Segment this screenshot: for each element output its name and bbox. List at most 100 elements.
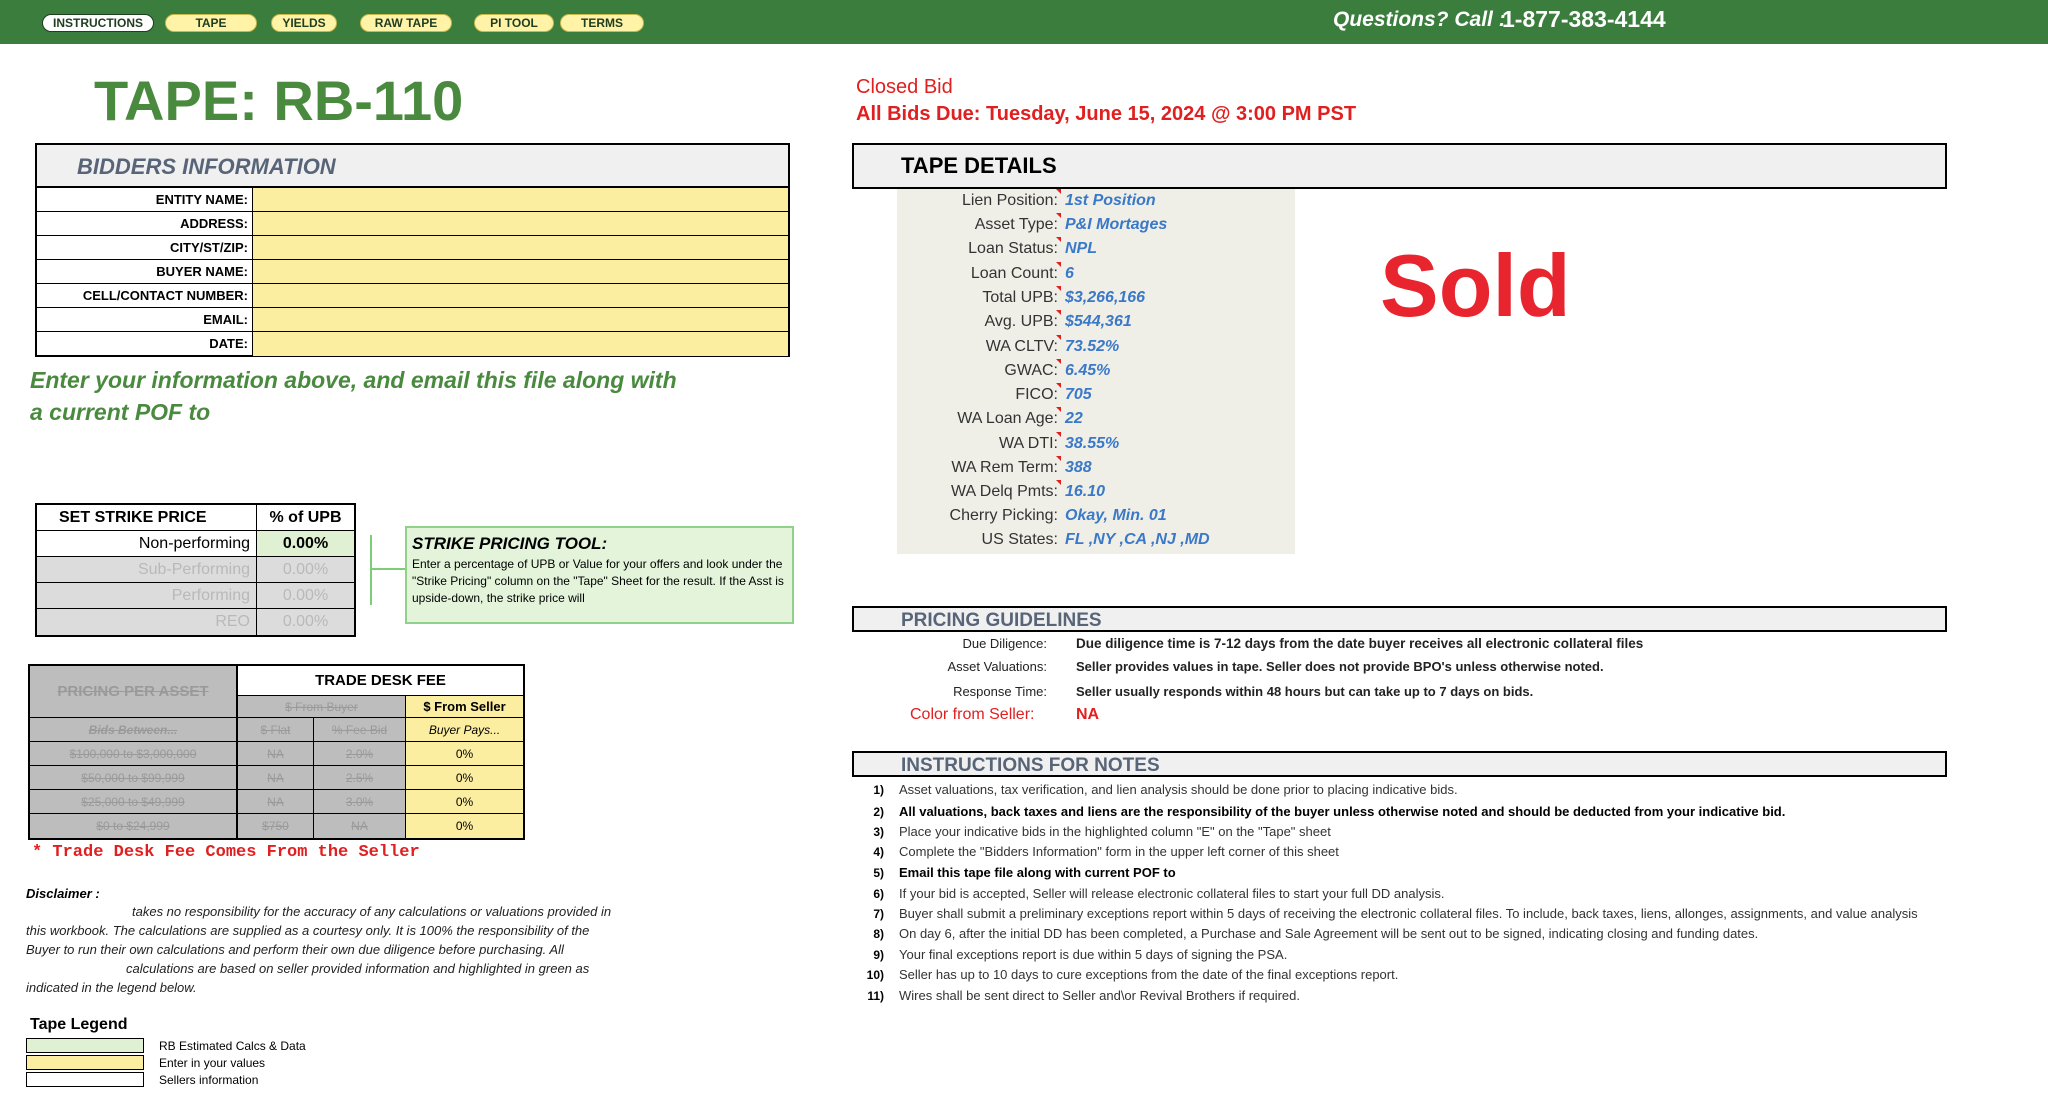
tape-detail-value: 1st Position [1065,192,1156,209]
pricing-guideline-label: Response Time: [953,684,1047,699]
phone-number[interactable]: 1-877-383-4144 [1502,6,1666,33]
fee-flat-cell: NA [238,790,314,814]
comment-marker-icon [1056,383,1061,388]
tape-detail-label: Cherry Picking: [949,507,1058,524]
note-number: 2) [873,805,884,819]
tape-detail-label: WA Loan Age: [957,410,1058,427]
email-label: EMAIL: [37,308,253,331]
pricing-guidelines-title: PRICING GUIDELINES [852,606,1947,632]
tab-tape[interactable]: TAPE [165,14,257,32]
strike-row-value: 0.00% [282,587,329,604]
pricing-guideline-row: Response Time: Seller usually responds wi… [852,681,1952,703]
closed-bid-status: Closed Bid [856,76,953,98]
address-field[interactable] [253,212,788,235]
fee-seller-cell: 0% [406,766,523,790]
tape-detail-label: Lien Position: [961,192,1058,209]
tape-detail-row: WA Rem Term: 388 [897,456,1497,480]
strike-pricing-tool-title: STRIKE PRICING TOOL: [412,534,608,553]
tape-detail-value: 388 [1065,459,1092,476]
fee-range-cell: $25,000 to $49,999 [30,790,238,814]
note-number: 9) [873,948,884,962]
trade-desk-note: * Trade Desk Fee Comes From the Seller [32,843,420,862]
pricing-guideline-label: Due Diligence: [962,636,1047,651]
tape-detail-label: US States: [981,531,1058,548]
comment-marker-icon [1056,213,1061,218]
entity-name-label: ENTITY NAME: [37,188,253,211]
note-number: 6) [873,887,884,901]
legend-item: Enter in your values [159,1056,266,1070]
note-text: Complete the "Bidders Information" form … [899,844,1339,859]
strike-pricing-tool-text: Enter a percentage of UPB or Value for y… [412,557,784,605]
note-item: 2) All valuations, back taxes and liens a… [852,802,2042,822]
comment-marker-icon [1056,237,1061,242]
bids-between-header: Bids Between... [30,718,238,742]
strike-price-table: SET STRIKE PRICE % of UPB Non-performing… [35,503,356,637]
tab-terms[interactable]: TERMS [560,14,644,32]
fee-seller-cell: 0% [406,742,523,766]
address-label: ADDRESS: [37,212,253,235]
tab-pi-tool[interactable]: PI TOOL [474,14,554,32]
note-text: If your bid is accepted, Seller will rel… [899,886,1445,901]
buyer-name-field[interactable] [253,260,788,283]
note-item: 6) If your bid is accepted, Seller will r… [852,884,2042,904]
tape-detail-value: $3,266,166 [1065,289,1146,306]
tape-detail-row: Asset Type: P&I Mortages [897,213,1497,237]
email-field[interactable] [253,308,788,331]
fee-range-cell: $50,000 to $99,999 [30,766,238,790]
legend-item: RB Estimated Calcs & Data [159,1039,306,1053]
note-text: Wires shall be sent direct to Seller and… [899,988,1301,1003]
entity-name-field[interactable] [253,188,788,211]
note-text: All valuations, back taxes and liens are… [899,804,1786,819]
tape-detail-label: FICO: [1015,386,1058,403]
legend-swatch-green [26,1038,144,1053]
tape-detail-label: Total UPB: [982,289,1058,306]
pricing-guideline-value: Seller usually responds within 48 hours … [1076,684,1534,699]
comment-marker-icon [1056,432,1061,437]
strike-row-value: 0.00% [282,561,329,578]
note-text: Email this tape file along with current … [899,865,1176,880]
strike-price-header: SET STRIKE PRICE [37,505,257,530]
tape-detail-label: WA DTI: [999,435,1058,452]
tape-detail-row: US States: FL ,NY ,CA ,NJ ,MD [897,528,1497,552]
contact-number-field[interactable] [253,284,788,307]
trade-desk-fee-header: TRADE DESK FEE [238,666,523,696]
note-text: On day 6, after the initial DD has been … [899,926,1759,941]
bidders-note-line-2: a current POF to [30,399,211,425]
tape-detail-row: WA Delq Pmts: 16.10 [897,480,1497,504]
note-item: 1) Asset valuations, tax verification, an… [852,780,2042,800]
phone-label: Questions? Call : [1333,8,1506,31]
tab-instructions[interactable]: INSTRUCTIONS [42,14,154,32]
comment-marker-icon [1056,407,1061,412]
pricing-guideline-value: Due diligence time is 7-12 days from the… [1076,636,1644,651]
page-title: TAPE: RB-110 [94,69,464,132]
fee-flat-cell: NA [238,742,314,766]
fee-bid-header: % Fee Bid [314,718,406,742]
strike-pricing-tool-box: STRIKE PRICING TOOL: Enter a percentage … [405,526,794,624]
date-label: DATE: [37,332,253,356]
bracket-connector [372,568,405,570]
note-number: 11) [867,989,884,1003]
tape-detail-value: 16.10 [1065,483,1106,500]
tab-raw-tape[interactable]: RAW TAPE [360,14,452,32]
tape-detail-label: WA Delq Pmts: [951,483,1058,500]
legend-item: Sellers information [159,1073,259,1087]
tape-detail-value: 6.45% [1065,362,1111,379]
date-field[interactable] [253,332,788,356]
strike-row-label: Non-performing [37,531,257,556]
color-from-seller-label-text: Color from Seller: [910,706,1035,723]
tape-detail-value: NPL [1065,240,1097,257]
tab-yields[interactable]: YIELDS [271,14,337,32]
trade-desk-fee-table: PRICING PER ASSET TRADE DESK FEE $ From … [28,664,525,840]
note-number: 1) [873,783,884,797]
note-item: 4) Complete the "Bidders Information" for… [852,842,2042,862]
strike-row-value[interactable]: 0.00% [257,531,354,556]
disclaimer-text: takes no responsibility for the accuracy… [26,902,676,997]
disclaimer-line: calculations are based on seller provide… [126,961,590,976]
fee-percent-cell: 2.5% [314,766,406,790]
note-item: 9) Your final exceptions report is due wi… [852,945,2042,965]
pricing-guideline-row: Asset Valuations: Seller provides values … [852,656,1952,678]
buyer-pays-header: Buyer Pays... [406,718,523,742]
city-st-zip-field[interactable] [253,236,788,259]
sold-stamp: Sold [1380,236,1571,335]
note-item: 11) Wires shall be sent direct to Seller … [852,986,2042,1006]
